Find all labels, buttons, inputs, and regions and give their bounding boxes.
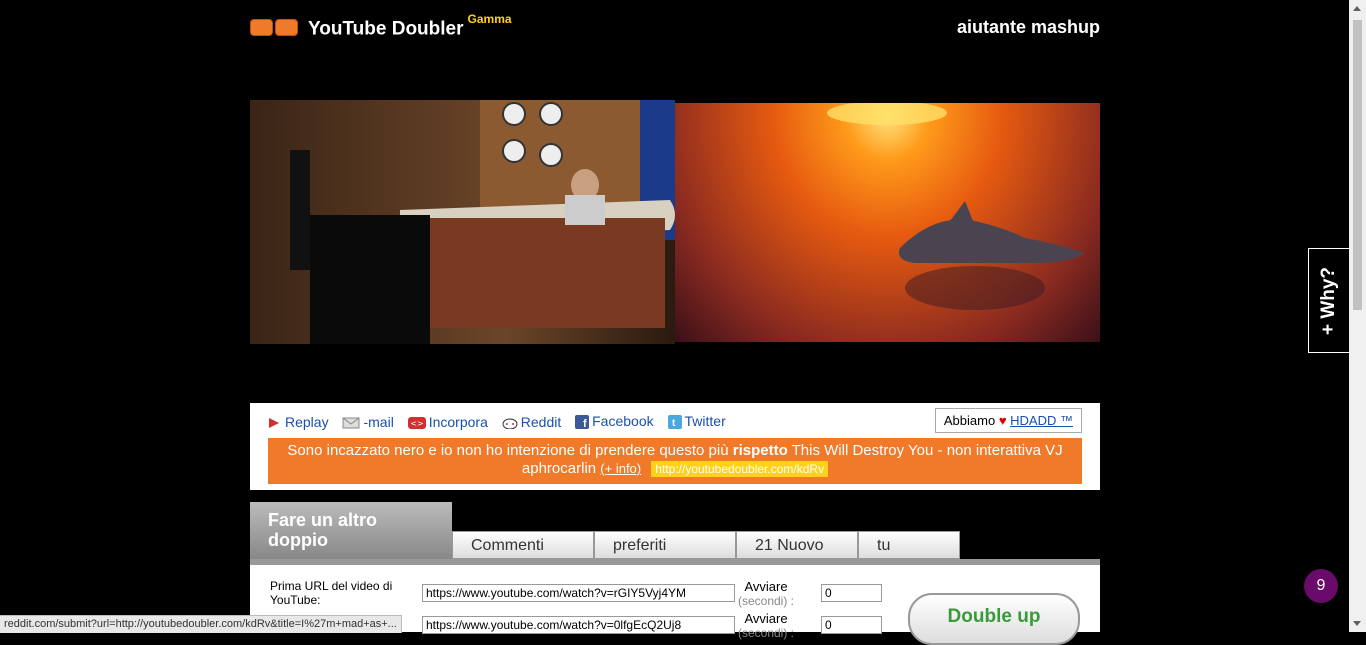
start2-text: Avviare [744, 611, 788, 626]
brand-tag: Gamma [467, 12, 512, 26]
reddit-label: Reddit [520, 414, 562, 430]
start1-label: Avviare (secondi) : [735, 579, 797, 609]
play-icon [268, 416, 282, 428]
scroll-down-icon[interactable] [1353, 621, 1361, 626]
twitter-icon: t [667, 415, 682, 429]
newsroom-scene-image [290, 100, 675, 344]
start2-input[interactable] [821, 616, 882, 634]
video-player-right[interactable] [675, 103, 1100, 342]
embed-link[interactable]: <> Incorpora [407, 414, 488, 430]
first-url-input[interactable] [422, 584, 735, 602]
start1-unit: (secondi) : [737, 594, 795, 608]
email-link[interactable]: -mail [342, 414, 394, 430]
replay-link[interactable]: Replay [268, 414, 329, 430]
tab-comments[interactable]: Commenti [452, 531, 594, 559]
start2-label: Avviare (secondi) : [735, 611, 797, 641]
svg-text:f: f [583, 418, 587, 429]
logo-icon [250, 19, 300, 41]
start1-text: Avviare [744, 579, 788, 594]
second-url-input[interactable] [422, 616, 735, 634]
hdadd-prefix: Abbiamo [943, 413, 996, 428]
share-url[interactable]: http://youtubedoubler.com/kdRv [651, 461, 829, 477]
tab-make-another-double[interactable]: Fare un altro doppio [250, 502, 452, 559]
start2-unit: (secondi) : [737, 626, 795, 640]
replay-label: Replay [285, 414, 329, 430]
share-links: Replay -mail <> Incorpora Reddit f Faceboo… [268, 413, 736, 432]
hdadd-link[interactable]: HDADD ™ [1010, 413, 1073, 428]
why-label: + Why? [1318, 266, 1339, 335]
mail-icon [342, 416, 360, 429]
tab-you[interactable]: tu [858, 531, 960, 559]
tab-bar: Fare un altro doppio Commenti preferiti … [250, 502, 1100, 560]
facebook-link[interactable]: f Facebook [575, 413, 654, 430]
embed-icon: <> [407, 416, 426, 429]
more-info-link[interactable]: (+ info) [600, 461, 641, 476]
start1-input[interactable] [821, 584, 882, 602]
facebook-label: Facebook [592, 413, 654, 429]
title-part1: Sono incazzato nero e io non ho intenzio… [287, 442, 733, 459]
facebook-icon: f [575, 415, 590, 430]
twitter-label: Twitter [684, 413, 726, 429]
brand-name: YouTube Doubler [308, 18, 464, 40]
share-bar: Replay -mail <> Incorpora Reddit f Faceboo… [250, 403, 1100, 490]
hdadd-box: Abbiamo ♥ HDADD ™ [934, 408, 1082, 433]
reddit-link[interactable]: Reddit [502, 414, 561, 430]
svg-text:<>: <> [410, 419, 423, 428]
reddit-icon [502, 416, 518, 430]
video-title-banner: Sono incazzato nero e io non ho intenzio… [268, 438, 1082, 484]
mashup-helper-link[interactable]: aiutante mashup [957, 17, 1100, 38]
tab-favorites[interactable]: preferiti [594, 531, 736, 559]
scrollbar[interactable] [1349, 0, 1366, 632]
header: YouTube Doubler Gamma aiutante mashup [250, 12, 1100, 44]
title-bold: rispetto [732, 442, 788, 459]
twitter-link[interactable]: t Twitter [667, 413, 726, 429]
embed-label: Incorpora [428, 414, 488, 430]
first-url-label: Prima URL del video di YouTube: [270, 579, 393, 607]
email-label: -mail [363, 414, 394, 430]
notification-badge[interactable]: 9 [1304, 569, 1338, 603]
heart-icon: ♥ [998, 413, 1007, 428]
tab-new[interactable]: 21 Nuovo [736, 531, 858, 559]
why-tab[interactable]: + Why? [1308, 248, 1349, 353]
sunset-dolphin-image [827, 103, 1085, 310]
scroll-thumb[interactable] [1353, 20, 1362, 310]
scroll-up-icon[interactable] [1353, 6, 1361, 11]
status-bar-url: reddit.com/submit?url=http://youtubedoub… [0, 615, 402, 633]
brand-title[interactable]: YouTube Doubler Gamma [308, 12, 512, 40]
double-up-button[interactable]: Double up [908, 593, 1080, 645]
video-player-left[interactable] [250, 100, 675, 344]
